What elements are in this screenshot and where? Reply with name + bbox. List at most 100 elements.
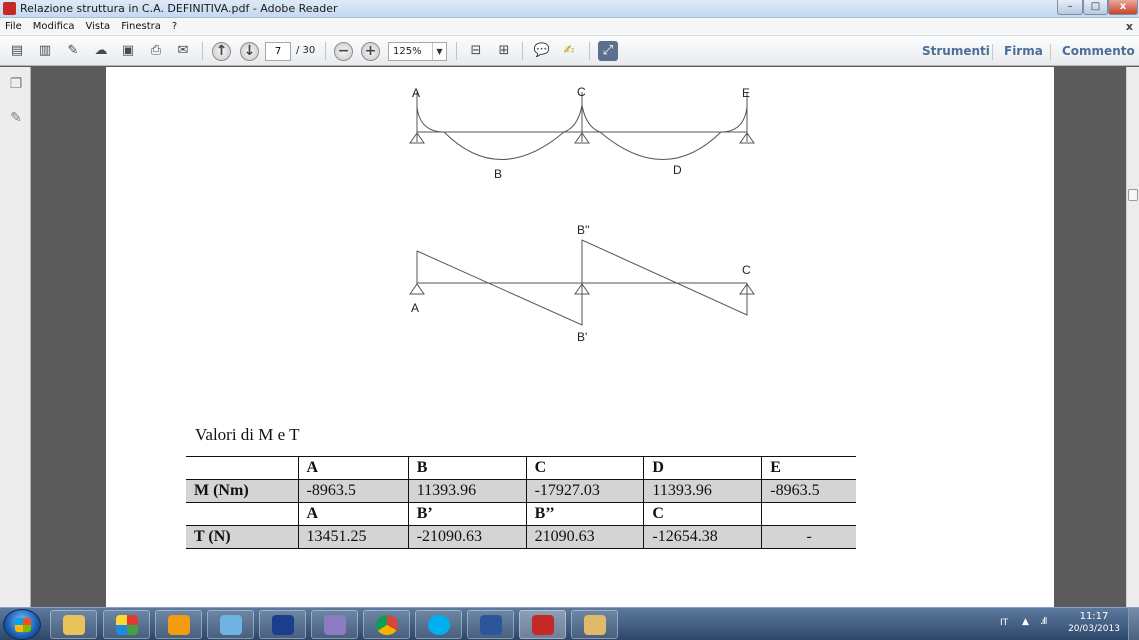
menu-file[interactable]: File [5,21,22,32]
menu-vista[interactable]: Vista [86,21,111,32]
maximize-button[interactable]: □ [1083,0,1108,15]
tools-pane-button[interactable]: Strumenti [922,44,990,58]
moment-label-d: D [673,163,682,177]
page-thumbnails-icon[interactable]: ❐ [7,75,25,93]
taskbar-app-4[interactable] [207,610,254,639]
table-cell: A [297,502,409,526]
taskbar-app-5[interactable] [259,610,306,639]
page-number-input[interactable] [265,42,291,61]
table-cell: B [407,456,527,480]
close-document-button[interactable]: x [1126,20,1133,33]
taskbar-word[interactable] [467,610,514,639]
taskbar-app-6[interactable] [311,610,358,639]
shear-label-b-single: B' [577,330,587,344]
table-cell [761,502,856,526]
taskbar-skype[interactable] [415,610,462,639]
fullscreen-icon[interactable]: ⤢ [598,41,618,61]
table-cell: 21090.63 [525,525,644,549]
toolbar-separator [456,42,457,60]
title-bar: Relazione struttura in C.A. DEFINITIVA.p… [0,0,1139,18]
table-header-row-t: A B’ B’’ C [186,502,856,526]
navigation-pane: ❐ ✎ [0,67,31,607]
close-window-button[interactable]: x [1108,0,1138,15]
taskbar-adobe-reader[interactable] [519,610,566,639]
next-page-icon[interactable]: ↓ [240,42,259,61]
zoom-select[interactable]: 125% ▼ [388,42,447,61]
bending-moment-diagram: A C E B D [409,85,755,181]
chrome-icon [376,615,398,635]
highlight-icon[interactable]: ✍ [559,41,579,61]
taskbar-paint[interactable] [571,610,618,639]
moment-label-e: E [742,86,750,100]
taskbar-explorer[interactable] [50,610,97,639]
skype-icon [428,615,450,635]
network-signal-icon[interactable]: .ıll [1040,617,1047,627]
shear-label-c: C [742,263,751,277]
shear-support-triangle-a [409,283,425,295]
table-cell: M (Nm) [186,479,298,503]
create-export-icon[interactable]: ▥ [35,41,55,61]
create-pdf-icon[interactable]: ▤ [7,41,27,61]
moment-curve-e [720,106,748,133]
edit-pdf-icon[interactable]: ✎ [63,41,83,61]
word-icon [480,615,502,635]
table-cell [186,503,298,526]
menu-help[interactable]: ? [172,21,177,32]
table-row-shear: T (N) 13451.25 -21090.63 21090.63 -12654… [186,525,856,549]
taskbar-app-2[interactable] [103,610,150,639]
zoom-value: 125% [393,46,422,57]
adobe-reader-icon [3,2,16,15]
print-icon[interactable]: ⎙ [146,41,166,61]
palette-icon [584,615,606,635]
moment-curve-d [599,131,722,160]
windows-taskbar: IT ▲ .ıll 11:17 20/03/2013 [0,607,1139,640]
table-cell: 11393.96 [407,479,527,503]
moment-curve-b [443,131,565,160]
table-cell: D [643,456,762,480]
shear-label-a: A [411,301,419,315]
attachments-paperclip-icon[interactable]: ✎ [7,109,25,127]
chevron-down-icon[interactable]: ▼ [432,43,446,60]
cloud-upload-icon[interactable]: ☁ [91,41,111,61]
sign-pane-button[interactable]: Firma [1004,44,1043,58]
save-icon[interactable]: ▣ [118,41,138,61]
taskbar-chrome[interactable] [363,610,410,639]
media-player-icon [168,615,190,635]
document-viewport[interactable]: A C E B D B'' C A B' Valori di M e T A B… [32,67,1126,607]
comment-pane-button[interactable]: Commento [1062,44,1135,58]
zoom-in-button[interactable]: + [361,42,380,61]
show-hidden-icons-icon[interactable]: ▲ [1022,617,1029,627]
table-cell: -12654.38 [643,525,762,549]
menu-modifica[interactable]: Modifica [33,21,75,32]
toolbar: ▤ ▥ ✎ ☁ ▣ ⎙ ✉ ↑ ↓ / 30 − + 125% ▼ ⊟ ⊞ 💬 … [0,36,1139,66]
zoom-out-button[interactable]: − [334,42,353,61]
language-indicator[interactable]: IT [1000,618,1008,628]
email-icon[interactable]: ✉ [173,41,193,61]
vertical-scrollbar[interactable] [1126,67,1139,607]
minimize-button[interactable]: – [1057,0,1083,15]
menu-finestra[interactable]: Finestra [121,21,161,32]
table-caption: Valori di M e T [195,425,300,444]
toolbar-separator [1050,44,1051,60]
start-button[interactable] [3,609,41,640]
previous-page-icon[interactable]: ↑ [212,42,231,61]
toolbar-separator [522,42,523,60]
fit-width-icon[interactable]: ⊞ [494,41,514,61]
show-desktop-button[interactable] [1128,608,1139,640]
table-header-row-m: A B C D E [186,456,856,480]
toolbar-separator [992,44,993,60]
values-table: A B C D E M (Nm) -8963.5 11393.96 -17927… [186,456,856,549]
shear-force-diagram: B'' C A B' [409,223,755,344]
moment-label-c: C [577,85,586,99]
moment-curve-a [416,106,445,133]
taskbar-media-player[interactable] [155,610,202,639]
globe-icon [272,615,294,635]
scrollbar-thumb[interactable] [1128,189,1138,201]
table-cell: E [761,456,856,480]
folder-icon [63,615,85,635]
taskbar-clock[interactable]: 11:17 20/03/2013 [1063,611,1125,634]
adobe-reader-icon [532,615,554,635]
table-cell: 13451.25 [297,525,409,549]
fit-page-icon[interactable]: ⊟ [466,41,486,61]
comment-note-icon[interactable]: 💬 [532,41,552,61]
